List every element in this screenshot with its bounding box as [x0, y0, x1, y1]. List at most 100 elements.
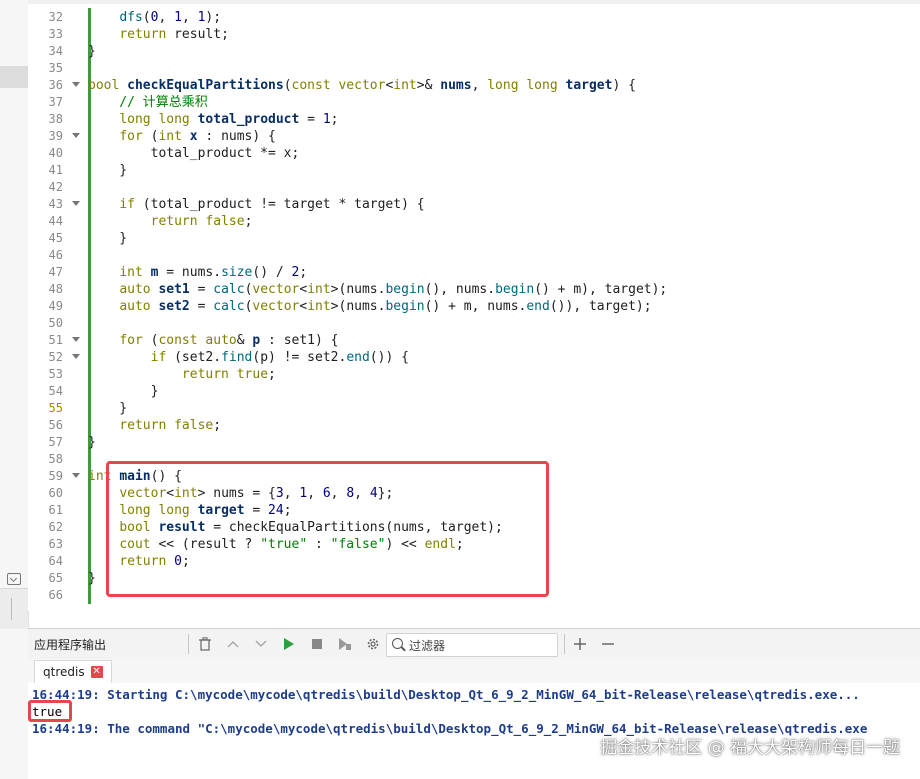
gear-icon[interactable] [364, 635, 382, 653]
fold-arrow-icon[interactable] [72, 354, 80, 359]
line-number: 57 [48, 435, 63, 449]
line-number: 44 [48, 214, 63, 228]
fold-arrow-icon[interactable] [72, 82, 80, 87]
line-number: 55 [48, 401, 63, 415]
line-number: 34 [48, 44, 63, 58]
code-text: int m = nums.size() / 2; [119, 265, 308, 280]
output-tab-bar: qtredis ✕ [28, 659, 920, 683]
code-line[interactable]: 42 [28, 179, 920, 196]
code-line[interactable]: 53 return true; [28, 366, 920, 383]
code-line[interactable]: 51 for (const auto& p : set1) { [28, 332, 920, 349]
side-panel-divider [11, 598, 12, 620]
code-text: return false; [150, 214, 253, 229]
code-line[interactable]: 33 return result; [28, 26, 920, 43]
output-content: 16:44:19: Starting C:\mycode\mycode\qtre… [28, 683, 920, 779]
code-text: if (total_product != target * target) { [119, 197, 425, 212]
line-number: 54 [48, 384, 63, 398]
line-number: 59 [48, 469, 63, 483]
editor-top-edge [28, 0, 920, 4]
code-line[interactable]: 43 if (total_product != target * target)… [28, 196, 920, 213]
code-line[interactable]: 54 } [28, 383, 920, 400]
code-line[interactable]: 35 [28, 60, 920, 77]
left-side-panel [0, 0, 29, 779]
code-text: } [88, 384, 159, 399]
clear-output-icon[interactable] [196, 635, 214, 653]
code-line[interactable]: 34} [28, 43, 920, 60]
code-line[interactable]: 56 return false; [28, 417, 920, 434]
code-text: return false; [119, 418, 222, 433]
output-filter-input[interactable]: 过滤器 [386, 633, 558, 657]
code-text: } [88, 231, 128, 246]
code-line[interactable]: 47 int m = nums.size() / 2; [28, 264, 920, 281]
code-line[interactable]: 52 if (set2.find(p) != set2.end()) { [28, 349, 920, 366]
code-text: } [88, 571, 96, 586]
line-number: 58 [48, 452, 63, 466]
code-line[interactable]: 49 auto set2 = calc(vector<int>(nums.beg… [28, 298, 920, 315]
fold-arrow-icon[interactable] [72, 133, 80, 138]
fold-arrow-icon[interactable] [72, 201, 80, 206]
toolbar-separator [564, 634, 565, 654]
line-number: 63 [48, 537, 63, 551]
line-number: 53 [48, 367, 63, 381]
line-number: 35 [48, 61, 63, 75]
main-function-highlight [106, 461, 549, 597]
line-number: 40 [48, 146, 63, 160]
chevron-up-icon[interactable] [224, 635, 242, 653]
code-line[interactable]: 57} [28, 434, 920, 451]
code-line[interactable]: 41 } [28, 162, 920, 179]
code-text: dfs(0, 1, 1); [119, 10, 222, 25]
line-number: 56 [48, 418, 63, 432]
side-panel-lower [0, 588, 28, 629]
code-text: bool checkEqualPartitions(const vector<i… [88, 78, 636, 93]
code-text: for (const auto& p : set1) { [119, 333, 339, 348]
code-line[interactable]: 38 long long total_product = 1; [28, 111, 920, 128]
code-line[interactable]: 32 dfs(0, 1, 1); [28, 9, 920, 26]
minus-icon[interactable] [599, 635, 617, 653]
code-line[interactable]: 48 auto set1 = calc(vector<int>(nums.beg… [28, 281, 920, 298]
code-line[interactable]: 37 // 计算总乘积 [28, 94, 920, 111]
output-toolbar: 应用程序输出 过滤器 [28, 628, 920, 660]
search-icon [392, 638, 403, 649]
fold-arrow-icon[interactable] [72, 337, 80, 342]
stop-icon[interactable] [308, 635, 326, 653]
line-number: 49 [48, 299, 63, 313]
line-number: 38 [48, 112, 63, 126]
code-line[interactable]: 44 return false; [28, 213, 920, 230]
code-line[interactable]: 55 } [28, 400, 920, 417]
code-line[interactable]: 39 for (int x : nums) { [28, 128, 920, 145]
code-text: return result; [119, 27, 229, 42]
line-number: 62 [48, 520, 63, 534]
code-line[interactable]: 45 } [28, 230, 920, 247]
line-number: 64 [48, 554, 63, 568]
line-number: 46 [48, 248, 63, 262]
line-number: 36 [48, 78, 63, 92]
fold-arrow-icon[interactable] [72, 473, 80, 478]
chevron-down-icon[interactable] [252, 635, 270, 653]
line-number: 42 [48, 180, 63, 194]
line-number: 52 [48, 350, 63, 364]
line-number: 43 [48, 197, 63, 211]
code-text: auto set1 = calc(vector<int>(nums.begin(… [119, 282, 668, 297]
tab-qtredis[interactable]: qtredis ✕ [34, 660, 112, 683]
code-text: } [88, 44, 96, 59]
attach-debugger-icon[interactable] [336, 635, 354, 653]
filter-icon[interactable] [7, 573, 21, 585]
code-text: long long total_product = 1; [119, 112, 339, 127]
line-number: 48 [48, 282, 63, 296]
run-icon[interactable] [280, 635, 298, 653]
plus-icon[interactable] [571, 635, 589, 653]
line-number: 45 [48, 231, 63, 245]
line-number: 37 [48, 95, 63, 109]
code-line[interactable]: 50 [28, 315, 920, 332]
close-icon[interactable]: ✕ [90, 666, 103, 678]
code-line[interactable]: 40 total_product *= x; [28, 145, 920, 162]
side-panel-selected-row[interactable] [0, 66, 28, 88]
line-number: 66 [48, 588, 63, 602]
line-number: 33 [48, 27, 63, 41]
result-highlight [28, 700, 72, 722]
code-text: } [88, 401, 128, 416]
watermark: 掘金技术社区 @ 福大大架构师每日一题 [600, 738, 900, 758]
code-line[interactable]: 36 bool checkEqualPartitions(const vector… [28, 77, 920, 94]
code-editor[interactable]: 32 dfs(0, 1, 1); 33 return result; 34} 35 36… [28, 0, 920, 611]
code-line[interactable]: 46 [28, 247, 920, 264]
